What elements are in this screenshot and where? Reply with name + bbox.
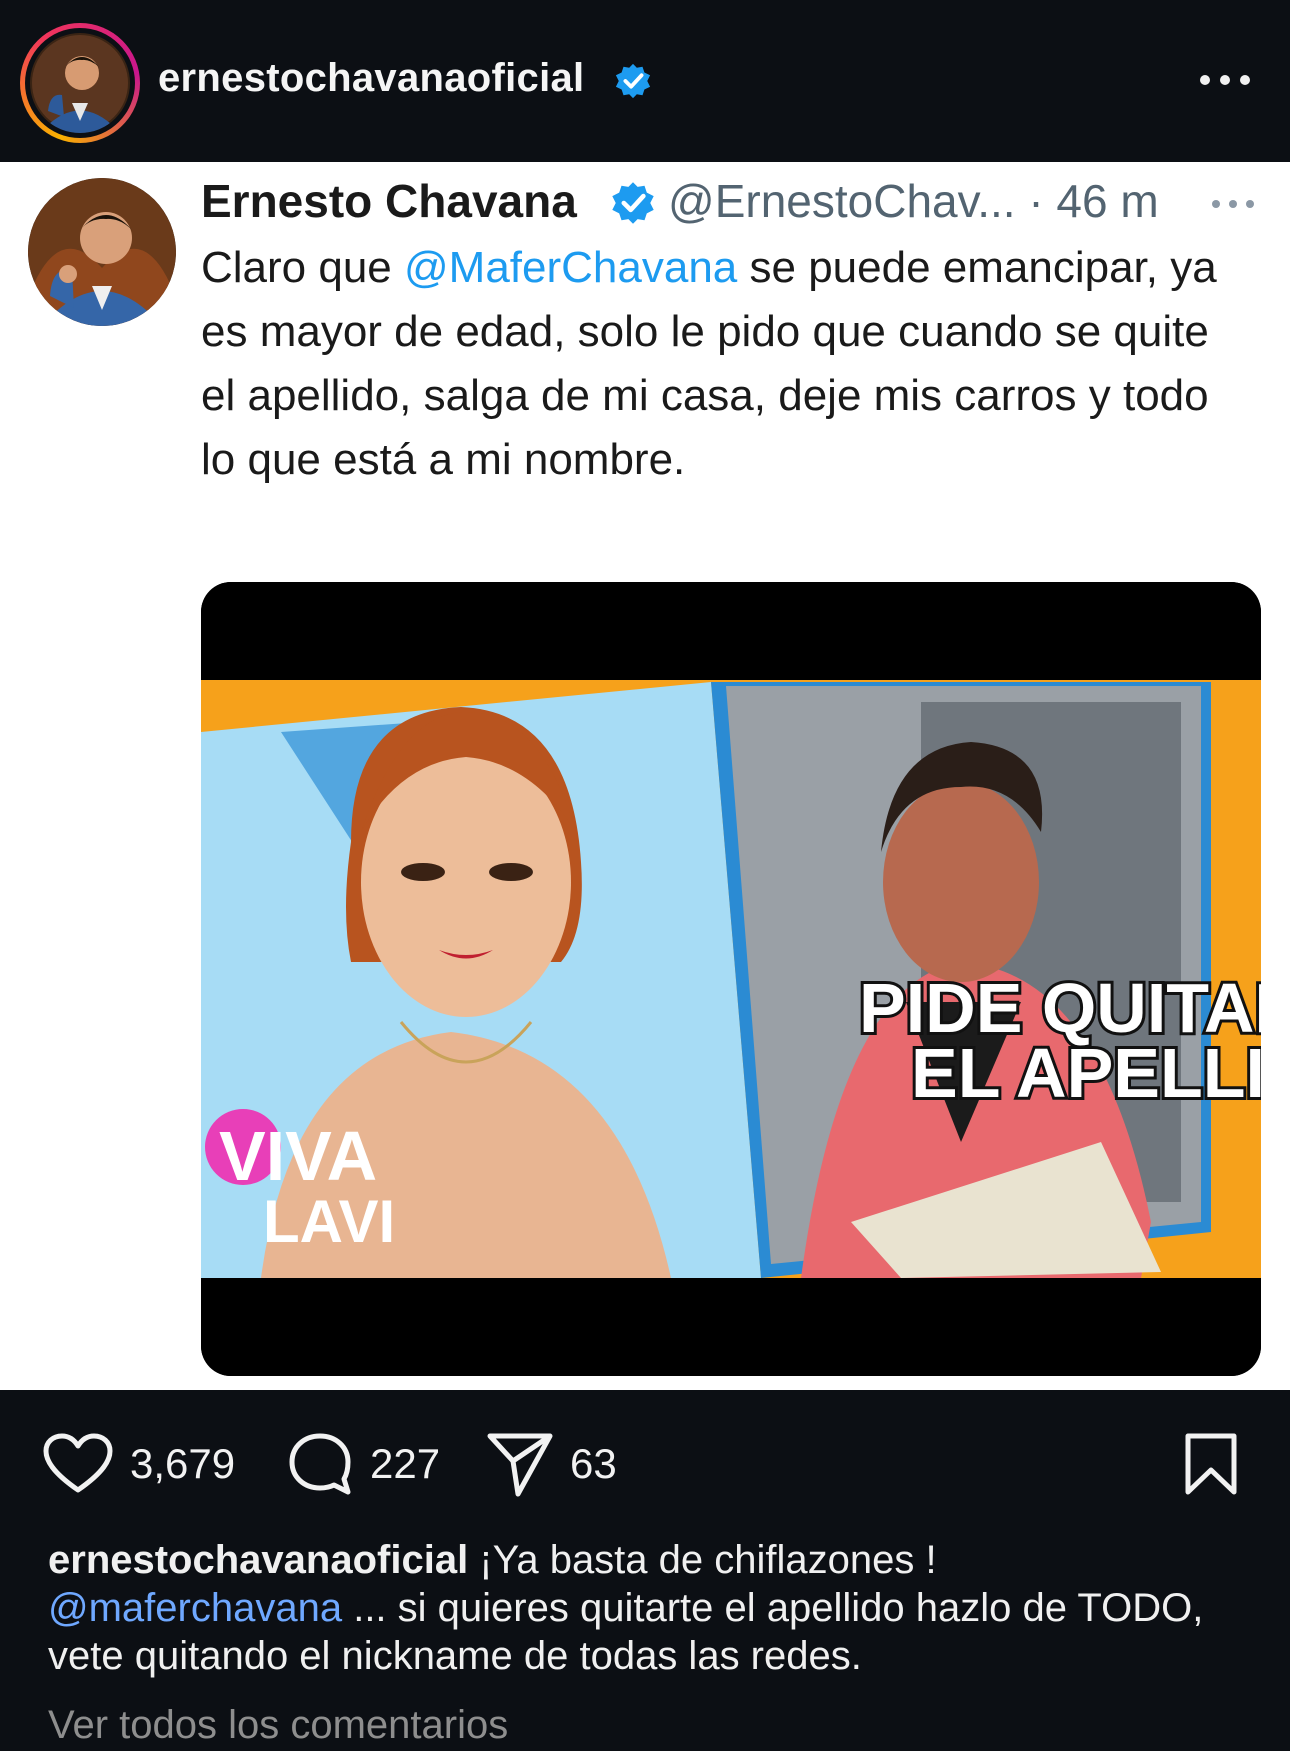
send-icon[interactable]	[486, 1430, 554, 1498]
likes-count: 3,679	[130, 1440, 236, 1487]
bookmark-icon[interactable]	[1182, 1432, 1240, 1496]
tweet-mention-link[interactable]: @MaferChavana	[404, 243, 737, 292]
header-username[interactable]: ernestochavanaoficial	[158, 56, 584, 101]
tweet-avatar	[28, 178, 176, 326]
post-header: ernestochavanaoficial	[0, 0, 1290, 162]
caption-username[interactable]: ernestochavanaoficial	[48, 1538, 468, 1582]
caption-mention-link[interactable]: @maferchavana	[48, 1586, 342, 1630]
share-action[interactable]: 63	[486, 1430, 617, 1498]
tweet-more-icon[interactable]	[1208, 194, 1258, 214]
thumbnail-headline-line2: EL APELLIDO	[911, 1034, 1261, 1112]
shares-count: 63	[570, 1440, 617, 1487]
like-action[interactable]: 3,679	[42, 1432, 235, 1496]
thumbnail-logo-line1: VIVA	[219, 1117, 377, 1195]
comments-count: 227	[370, 1440, 441, 1487]
thumbnail-logo-line2: LAVI	[263, 1188, 395, 1255]
post-actions-area: 3,679 227 63 ernestochavanaoficial ¡Ya b…	[0, 1390, 1290, 1751]
more-dots-icon[interactable]	[1195, 62, 1255, 98]
tweet-text: Claro que @MaferChavana se puede emancip…	[201, 243, 1217, 484]
tweet-verified-icon	[612, 182, 654, 224]
comment-bubble-icon[interactable]	[286, 1430, 354, 1498]
tweet-handle-time: @ErnestoChav... · 46 m	[668, 175, 1159, 227]
tweet-screenshot[interactable]: Ernesto Chavana @ErnestoChav... · 46 m C…	[0, 162, 1290, 1390]
heart-icon[interactable]	[42, 1432, 114, 1496]
comment-action[interactable]: 227	[286, 1430, 440, 1498]
view-all-comments-link[interactable]: Ver todos los comentarios	[48, 1703, 508, 1748]
tweet-display-name[interactable]: Ernesto Chavana	[201, 174, 577, 228]
avatar-photo	[30, 33, 130, 133]
verified-badge-icon	[615, 63, 651, 99]
post-caption: ernestochavanaoficial ¡Ya basta de chifl…	[48, 1538, 1204, 1678]
tweet-media-thumbnail[interactable]: PIDE QUITARSE EL APELLIDO VIVA LAVI	[201, 582, 1261, 1376]
profile-avatar[interactable]	[20, 23, 140, 143]
